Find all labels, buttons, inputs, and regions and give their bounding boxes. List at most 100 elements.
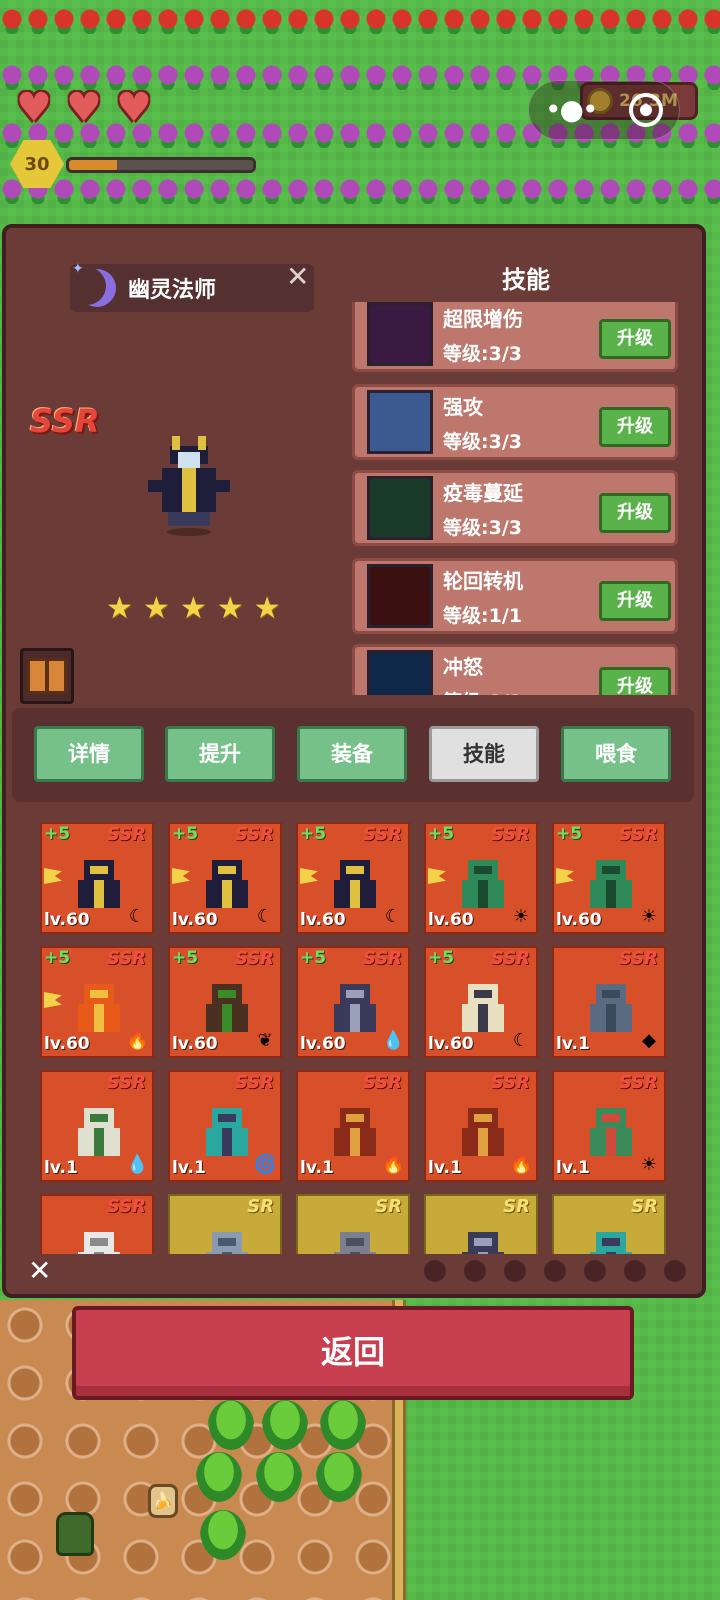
skill-card[interactable]: 轮回转机等级:1/1 升级 [352, 558, 678, 634]
tab-3[interactable]: 技能 [429, 726, 539, 782]
star-icon: ★ [179, 591, 207, 626]
star-up-count: +5 [300, 948, 327, 968]
feather-blade-icon [367, 390, 433, 454]
deployed-flag-icon [172, 868, 190, 884]
stone-golem-sprite [582, 978, 640, 1038]
hero-level: lv.1 [172, 1158, 206, 1178]
goblin-farmer[interactable] [56, 1512, 94, 1556]
sun-icon: ☀ [512, 906, 530, 927]
rarity-label: SSR [618, 1072, 658, 1093]
rarity-label: SSR [490, 824, 530, 845]
hero-card[interactable]: SSR lv.1 ☀ [552, 1070, 666, 1182]
upgrade-button[interactable]: 升级 [599, 407, 671, 447]
hero-card[interactable]: SSR lv.1 🌀 [168, 1070, 282, 1182]
hero-card[interactable]: SR [168, 1194, 282, 1254]
hero-level: lv.1 [556, 1034, 590, 1054]
upgrade-button[interactable]: 升级 [599, 319, 671, 359]
palm-plant [256, 1452, 302, 1502]
hero-level: lv.60 [172, 1034, 218, 1054]
skill-name: 超限增伤 [443, 307, 523, 331]
hero-card[interactable]: +5 SSR lv.60 🔥 [40, 946, 154, 1058]
skill-level: 等级:1/1 [443, 605, 522, 627]
water-filter-icon[interactable] [504, 1260, 526, 1282]
more-icon[interactable]: •●• [545, 96, 598, 124]
red-flower-row [0, 4, 720, 34]
skill-list[interactable]: 超限增伤 等级:3/3 升级 强攻 等级:3/3 升级 疫毒蔓延 等级:3/3 升级 轮回转机 等级… [352, 302, 682, 695]
rock-beast-sprite [326, 1226, 384, 1254]
close-icon[interactable]: ✕ [286, 262, 309, 292]
rarity-label: SR [247, 1196, 274, 1217]
tab-1[interactable]: 提升 [165, 726, 275, 782]
hero-level: lv.60 [44, 910, 90, 930]
upgrade-button[interactable]: 升级 [599, 581, 671, 621]
banana-jar[interactable]: 🍌 [148, 1484, 178, 1518]
earth-icon: ◆ [642, 1030, 656, 1051]
hero-card[interactable]: +5 SSR lv.60 ☀ [552, 822, 666, 934]
xp-bar [66, 157, 256, 173]
heart-icon: ♥ [116, 85, 152, 131]
dark-hood-icon [367, 302, 433, 366]
hero-card[interactable]: +5 SSR lv.60 ☾ [40, 822, 154, 934]
moon-filter-icon[interactable] [664, 1260, 686, 1282]
star-up-count: +5 [300, 824, 327, 844]
rarity-label: SSR [362, 824, 402, 845]
green-ghost-sprite [454, 854, 512, 914]
hero-card[interactable]: +5 SSR lv.60 ☀ [424, 822, 538, 934]
hero-card[interactable]: +5 SSR lv.60 ☾ [424, 946, 538, 1058]
tab-0[interactable]: 详情 [34, 726, 144, 782]
hero-grid[interactable]: +5 SSR lv.60 ☾ +5 SSR lv.60 ☾ +5 SSR lv.60 ☾ +5 SSR lv… [40, 822, 666, 1254]
upgrade-button[interactable]: 升级 [599, 667, 671, 695]
hero-card[interactable]: SR [424, 1194, 538, 1254]
skill-card[interactable]: 强攻 等级:3/3 升级 [352, 384, 678, 460]
wind-filter-icon[interactable] [544, 1260, 566, 1282]
hero-card[interactable]: +5 SSR lv.60 ☾ [168, 822, 282, 934]
skill-level: 等级:3/3 [443, 343, 522, 365]
hero-card[interactable]: SSR lv.1 💧 [40, 1070, 154, 1182]
mini-program-capsule[interactable]: •●• [528, 80, 680, 140]
hero-card[interactable]: SSR [40, 1194, 154, 1254]
hero-card[interactable]: SSR lv.1 ◆ [552, 946, 666, 1058]
palm-plant [200, 1510, 246, 1560]
star-up-count: +5 [428, 824, 455, 844]
sun-filter-icon[interactable] [624, 1260, 646, 1282]
flame-filter-icon[interactable] [584, 1260, 606, 1282]
hero-card[interactable]: SSR lv.1 🔥 [424, 1070, 538, 1182]
clear-filter-icon[interactable]: ✕ [28, 1256, 51, 1286]
upgrade-button[interactable]: 升级 [599, 493, 671, 533]
hero-card[interactable]: +5 SSR lv.60 💧 [296, 946, 410, 1058]
earth-filter-icon[interactable] [464, 1260, 486, 1282]
water-icon: 💧 [382, 1030, 405, 1051]
deployed-flag-icon [428, 868, 446, 884]
close-capsule-icon[interactable] [629, 93, 663, 127]
rarity-label: SSR [362, 948, 402, 969]
skill-name: 轮回转机 [443, 569, 523, 593]
hero-card[interactable]: SR [296, 1194, 410, 1254]
treant-sprite [198, 978, 256, 1038]
skill-card[interactable]: 冲怒等级:1/1 升级 [352, 644, 678, 695]
ghost-mage-sprite [70, 854, 128, 914]
hero-card[interactable]: SSR lv.1 🔥 [296, 1070, 410, 1182]
tab-4[interactable]: 喂食 [561, 726, 671, 782]
rarity-label: SSR [618, 948, 658, 969]
ghost-mage-sprite [198, 854, 256, 914]
hero-card[interactable]: SR [552, 1194, 666, 1254]
tab-2[interactable]: 装备 [297, 726, 407, 782]
skill-card[interactable]: 超限增伤等级:3/3 升级 [352, 302, 678, 372]
druid-sprite [70, 1102, 128, 1162]
hero-card[interactable]: +5 SSR lv.60 ❦ [168, 946, 282, 1058]
rarity-label: SSR [106, 1196, 146, 1217]
skills-title: 技能 [502, 266, 550, 294]
hero-card[interactable]: +5 SSR lv.60 ☾ [296, 822, 410, 934]
rarity-badge: SSR [30, 402, 100, 440]
skill-card[interactable]: 疫毒蔓延 等级:3/3 升级 [352, 470, 678, 546]
gray-wolf-sprite [198, 1226, 256, 1254]
ghost-mage-sprite [326, 854, 384, 914]
codex-button[interactable] [20, 648, 74, 704]
back-button[interactable]: 返回 [72, 1306, 634, 1400]
fire-icon: 🔥 [510, 1154, 533, 1175]
fire-filter-icon[interactable] [424, 1260, 446, 1282]
heart-icon: ♥ [66, 85, 102, 131]
rarity-label: SSR [106, 824, 146, 845]
deployed-flag-icon [556, 868, 574, 884]
hero-level: lv.1 [556, 1158, 590, 1178]
